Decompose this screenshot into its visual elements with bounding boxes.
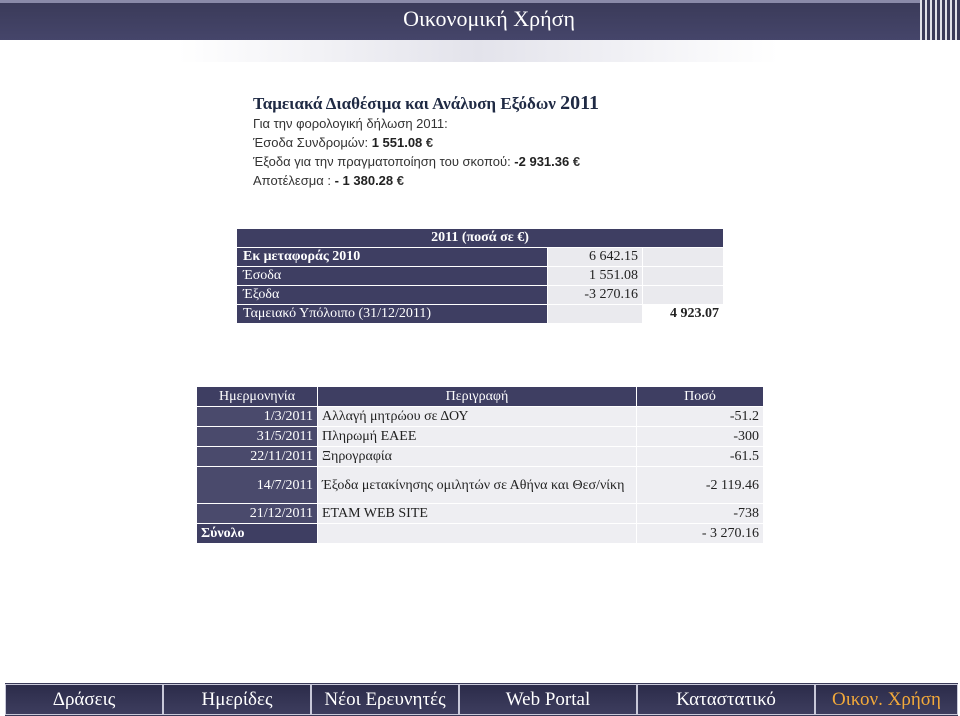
page-title: Οικονομική Χρήση [403,6,575,31]
summary-row: Έξοδα -3 270.16 [236,285,724,305]
expense-amount: -2 119.46 [636,466,764,504]
summary-row-value: 6 642.15 [547,247,643,267]
summary-empty-cell [642,247,724,267]
income-label: Έσοδα Συνδρομών: [253,135,372,150]
expense-date: 21/12/2011 [196,503,318,524]
summary-header-row: 2011 (ποσά σε €) [236,228,724,248]
title-rule [0,0,960,3]
info-line-result: Αποτέλεσμα : - 1 380.28 € [253,173,404,188]
expense-description: Έξοδα μετακίνησης ομιλητών σε Αθήνα και … [317,466,637,504]
info-line-tax: Για την φορολογική δήλωση 2011: [253,116,448,131]
expense-date: 31/5/2011 [196,426,318,447]
section-heading: Ταμειακά Διαθέσιμα και Ανάλυση Εξόδων 20… [253,92,599,115]
expense-description: Ξηρογραφία [317,446,637,467]
info-line-income: Έσοδα Συνδρομών: 1 551.08 € [253,135,433,150]
summary-row-label: Εκ μεταφοράς 2010 [236,247,548,267]
result-value: - 1 380.28 [334,173,394,188]
expense-date: 1/3/2011 [196,406,318,427]
expenses-value: -2 931.36 [514,154,570,169]
summary-empty-cell [642,285,724,305]
total-label: Σύνολο [196,523,318,544]
heading-year: 2011 [560,92,600,114]
expense-amount: -738 [636,503,764,524]
expense-date: 14/7/2011 [196,466,318,504]
nav-item-web-portal[interactable]: Web Portal [459,684,637,715]
table-row: 31/5/2011 Πληρωμή ΕΑΕΕ -300 [196,426,764,447]
expense-description: Πληρωμή ΕΑΕΕ [317,426,637,447]
table-row: 21/12/2011 ETAM WEB SITE -738 [196,503,764,524]
nav-item-young-researchers[interactable]: Νέοι Ερευνητές [311,684,459,715]
expense-description: ETAM WEB SITE [317,503,637,524]
expense-date: 22/11/2011 [196,446,318,467]
nav-item-statute[interactable]: Καταστατικό [637,684,815,715]
col-header-amount: Ποσό [636,386,764,407]
expense-description: Αλλαγή μητρώου σε ΔΟΥ [317,406,637,427]
euro-icon: € [396,173,404,188]
summary-header: 2011 (ποσά σε €) [236,228,724,248]
decorative-stripes [920,0,960,40]
decorative-gradient [178,40,778,62]
euro-icon: € [425,135,434,150]
nav-item-finances[interactable]: Οικον. Χρήση [815,684,958,715]
summary-empty-cell [547,304,643,324]
title-bar: Οικονομική Χρήση [0,0,960,40]
expenses-total-row: Σύνολο - 3 270.16 [196,523,764,544]
table-row: 14/7/2011 Έξοδα μετακίνησης ομιλητών σε … [196,466,764,504]
result-label: Αποτέλεσμα : [253,173,335,188]
total-value: - 3 270.16 [636,523,764,544]
expenses-table: Ημερμονηνία Περιγραφή Ποσό 1/3/2011 Αλλα… [196,386,764,544]
balance-label: Ταμειακό Υπόλοιπο (31/12/2011) [236,304,548,324]
balance-value: 4 923.07 [642,304,724,324]
income-value: 1 551.08 [371,135,423,150]
summary-row-value: 1 551.08 [547,266,643,286]
cash-summary-table: 2011 (ποσά σε €) Εκ μεταφοράς 2010 6 642… [236,228,724,324]
summary-row-label: Έσοδα [236,266,548,286]
bottom-nav: Δράσεις Ημερίδες Νέοι Ερευνητές Web Port… [5,683,958,716]
summary-row-label: Έξοδα [236,285,548,305]
heading-text: Ταμειακά Διαθέσιμα και Ανάλυση Εξόδων [253,94,561,113]
summary-row: Εκ μεταφοράς 2010 6 642.15 [236,247,724,267]
col-header-description: Περιγραφή [317,386,637,407]
summary-row-value: -3 270.16 [547,285,643,305]
expense-amount: -51.2 [636,406,764,427]
col-header-date: Ημερμονηνία [196,386,318,407]
total-empty-cell [317,523,637,544]
expense-amount: -61.5 [636,446,764,467]
table-row: 1/3/2011 Αλλαγή μητρώου σε ΔΟΥ -51.2 [196,406,764,427]
euro-icon: € [572,154,581,169]
expense-amount: -300 [636,426,764,447]
expenses-header-row: Ημερμονηνία Περιγραφή Ποσό [196,386,764,407]
expenses-label: Έξοδα για την πραγματοποίηση του σκοπού: [253,154,515,169]
nav-item-actions[interactable]: Δράσεις [5,684,163,715]
info-line-expenses: Έξοδα για την πραγματοποίηση του σκοπού:… [253,154,580,169]
summary-row: Έσοδα 1 551.08 [236,266,724,286]
summary-empty-cell [642,266,724,286]
nav-item-workshops[interactable]: Ημερίδες [163,684,311,715]
summary-balance-row: Ταμειακό Υπόλοιπο (31/12/2011) 4 923.07 [236,304,724,324]
table-row: 22/11/2011 Ξηρογραφία -61.5 [196,446,764,467]
